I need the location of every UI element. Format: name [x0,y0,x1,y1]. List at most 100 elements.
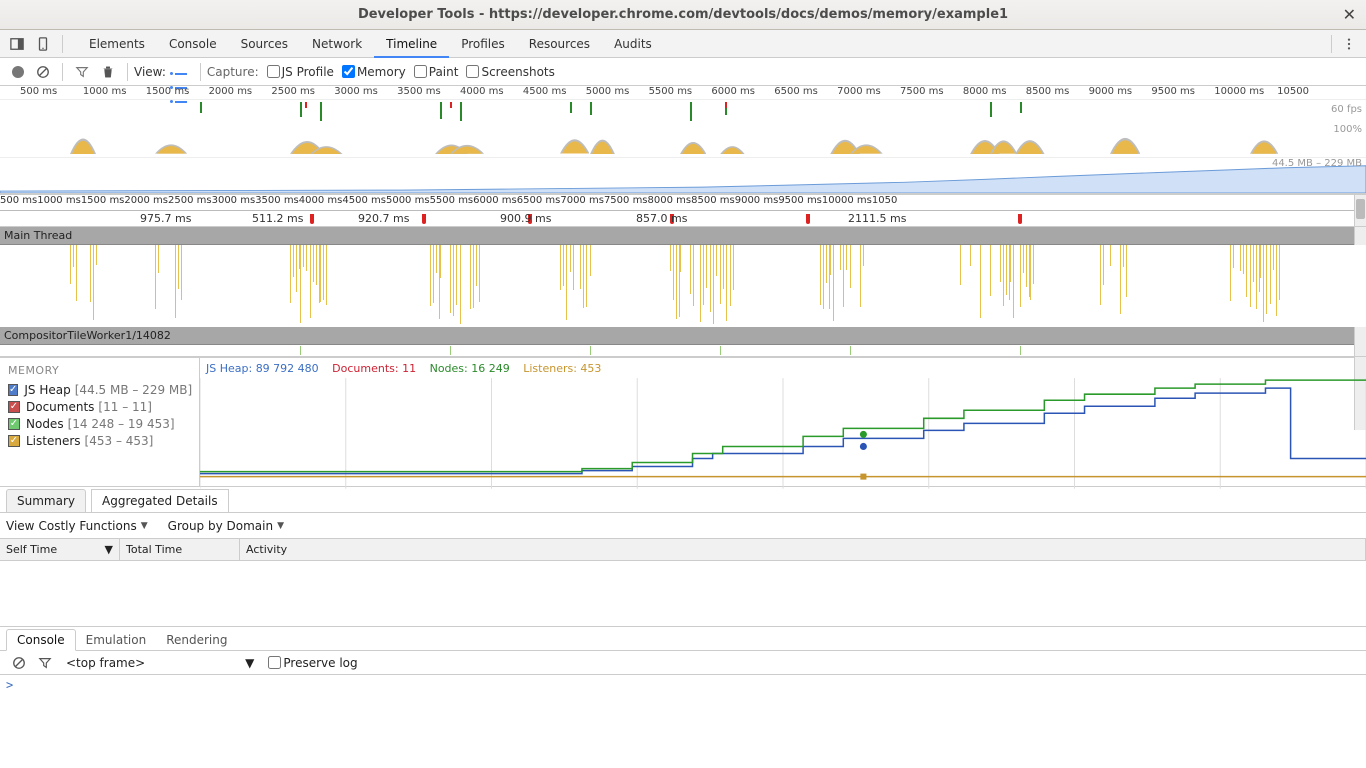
panel-tabs: Elements Console Sources Network Timelin… [77,30,1325,57]
tab-sources[interactable]: Sources [229,30,300,57]
dock-toggle-icon[interactable] [6,33,28,55]
marker-icon [1018,214,1022,224]
console-filter-icon[interactable] [34,652,56,674]
preserve-log-checkbox[interactable] [268,656,281,669]
frame-marker [300,102,302,117]
tab-resources[interactable]: Resources [517,30,602,57]
pct-label: 100% [1333,124,1362,135]
frame-marker [690,102,692,121]
tab-profiles[interactable]: Profiles [449,30,517,57]
screenshots-label: Screenshots [481,65,554,79]
drawer-tab-emulation[interactable]: Emulation [76,630,157,650]
tab-summary[interactable]: Summary [6,489,86,512]
timeline-overview[interactable]: 500 ms1000 ms1500 ms2000 ms2500 ms3000 m… [0,86,1366,195]
timing-annotation: 511.2 ms [252,212,303,225]
record-button[interactable] [12,66,24,78]
separator [62,35,63,53]
separator [200,63,201,81]
marker-icon [422,214,426,224]
drawer-tab-console[interactable]: Console [6,629,76,651]
memory-row-nodes[interactable]: Nodes[14 248 – 19 453] [8,417,191,431]
memory-heading: MEMORY [8,364,191,377]
paint-checkbox[interactable] [414,65,427,78]
timing-annotation: 920.7 ms [358,212,409,225]
overflow-menu-icon[interactable] [1338,33,1360,55]
checkbox-icon[interactable] [8,418,20,430]
chevron-down-icon: ▼ [277,521,284,531]
checkbox-icon[interactable] [8,384,18,396]
col-activity[interactable]: Activity [240,539,1366,560]
frame-selector[interactable]: <top frame> [66,656,145,670]
window-titlebar: Developer Tools - https://developer.chro… [0,0,1366,30]
frame-marker [570,102,572,113]
checkbox-icon[interactable] [8,401,20,413]
chevron-down-icon: ▼ [245,656,254,670]
timeline-toolbar: View: Capture: JS Profile Memory Paint S… [0,58,1366,86]
compositor-flame [0,345,1366,357]
drawer-tab-rendering[interactable]: Rendering [156,630,237,650]
details-toolbar: View Costly Functions▼ Group by Domain▼ [0,513,1366,539]
trash-icon[interactable] [97,61,119,83]
tab-elements[interactable]: Elements [77,30,157,57]
memory-row-listeners[interactable]: Listeners[453 – 453] [8,434,191,448]
tab-timeline[interactable]: Timeline [374,30,449,57]
view-selector[interactable]: Costly Functions▼ [38,519,147,533]
timing-annotations: 975.7 ms511.2 ms920.7 ms900.9 ms857.0 ms… [0,211,1366,227]
paint-label: Paint [429,65,459,79]
frame-marker [460,102,462,121]
main-thread-header[interactable]: Main Thread [0,227,1366,245]
device-mode-icon[interactable] [32,33,54,55]
long-frame-marker [450,102,452,108]
compositor-header[interactable]: CompositorTileWorker1/14082 [0,327,1366,345]
frame-marker [200,102,202,113]
details-table-body [0,561,1366,627]
groupby-selector[interactable]: Group by Domain▼ [168,519,284,533]
console-prompt[interactable]: > [0,675,1366,695]
col-total-time[interactable]: Total Time [120,539,240,560]
tab-network[interactable]: Network [300,30,374,57]
memory-chart[interactable]: JS Heap: 89 792 480 Documents: 11 Nodes:… [200,358,1366,486]
memory-label: Memory [357,65,406,79]
devtools-toolbar: Elements Console Sources Network Timelin… [0,30,1366,58]
memory-row-documents[interactable]: Documents[11 – 11] [8,400,191,414]
mem-range-label: 44.5 MB – 229 MB [1272,158,1362,169]
close-icon[interactable]: ✕ [1343,5,1356,24]
separator [127,63,128,81]
details-table-header: Self Time▼ Total Time Activity [0,539,1366,561]
long-frame-marker [725,102,727,108]
memory-checkbox[interactable] [342,65,355,78]
js-profile-label: JS Profile [282,65,334,79]
col-self-time[interactable]: Self Time▼ [0,539,120,560]
clear-icon[interactable] [32,61,54,83]
fps-label: 60 fps [1331,104,1362,115]
separator [1331,35,1332,53]
console-toolbar: <top frame> ▼ Preserve log [0,651,1366,675]
memory-row-jsheap[interactable]: JS Heap[44.5 MB – 229 MB] [8,383,191,397]
marker-icon [310,214,314,224]
clear-console-icon[interactable] [8,652,30,674]
timing-annotation: 2111.5 ms [848,212,906,225]
sort-icon: ▼ [105,543,113,556]
drawer-tabs: Console Emulation Rendering [0,627,1366,651]
tab-console[interactable]: Console [157,30,229,57]
frame-marker [990,102,992,117]
tab-audits[interactable]: Audits [602,30,664,57]
frame-marker [1020,102,1022,113]
timing-annotation: 857.0 ms [636,212,687,225]
screenshots-checkbox[interactable] [466,65,479,78]
marker-icon [806,214,810,224]
flame-view-icon[interactable] [170,65,188,79]
capture-label: Capture: [207,65,259,79]
checkbox-icon[interactable] [8,435,20,447]
filter-icon[interactable] [71,61,93,83]
view-selector-label: View [6,519,34,533]
main-thread-flame[interactable] [0,245,1366,327]
window-title: Developer Tools - https://developer.chro… [358,7,1008,22]
overview-ruler: 500 ms1000 ms1500 ms2000 ms2500 ms3000 m… [0,86,1366,100]
frame-marker [320,102,322,121]
js-profile-checkbox[interactable] [267,65,280,78]
separator [62,63,63,81]
tab-aggregated-details[interactable]: Aggregated Details [91,489,229,512]
preserve-log-label: Preserve log [283,656,357,670]
chevron-down-icon: ▼ [141,521,148,531]
